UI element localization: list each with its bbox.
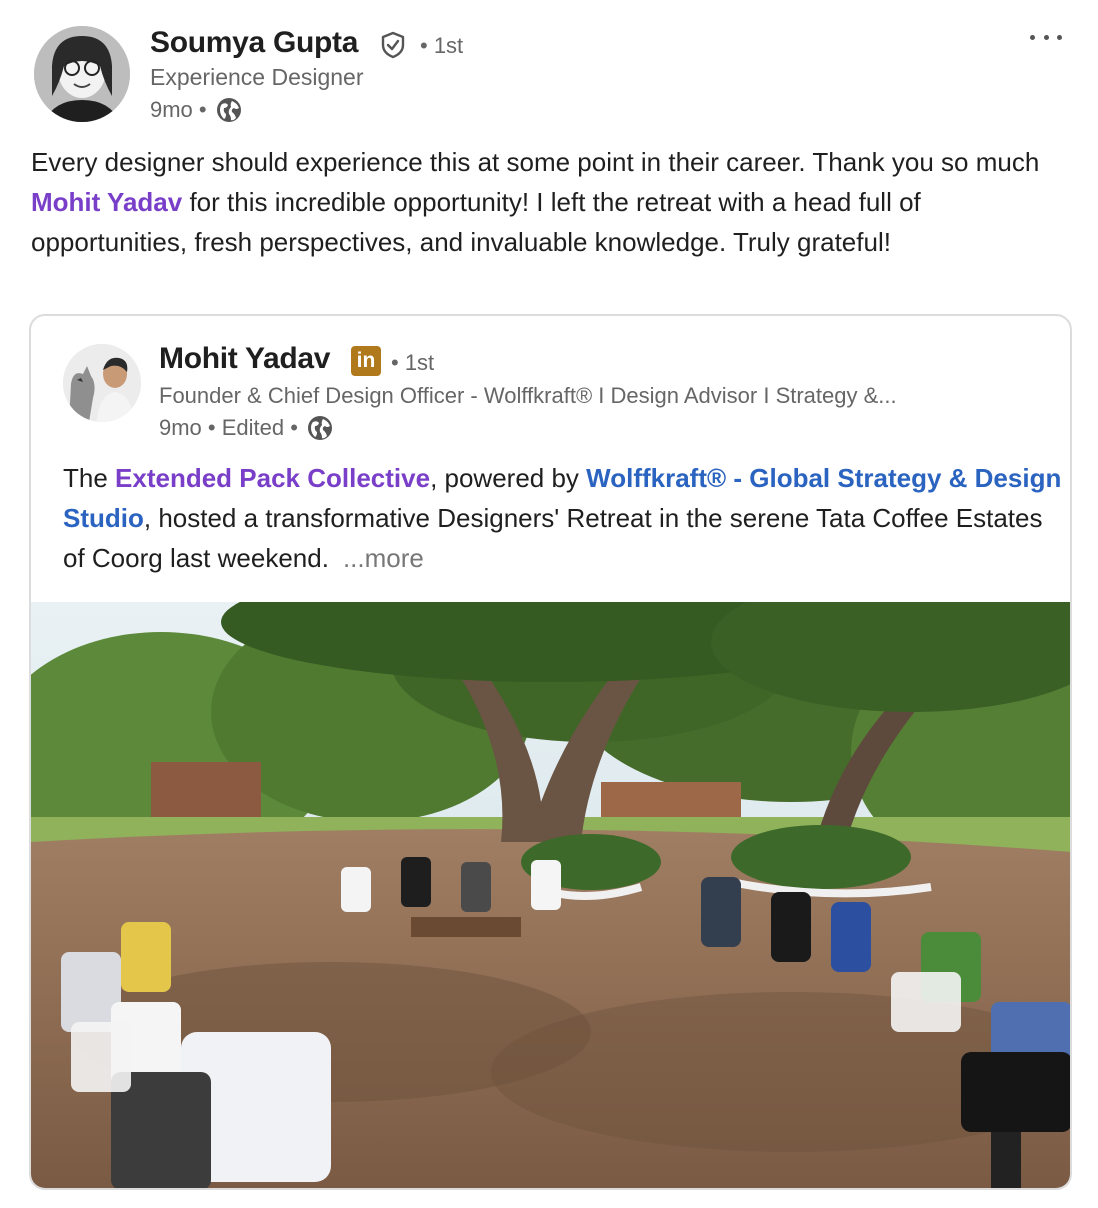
retreat-photo[interactable]	[31, 602, 1072, 1190]
reshared-post-card[interactable]: Mohit Yadav in • 1st Founder & Chief Des…	[29, 314, 1072, 1190]
see-more-link[interactable]: ...more	[343, 543, 424, 573]
post-text-part: Every designer should experience this at…	[31, 147, 1040, 177]
connection-degree: • 1st	[420, 33, 464, 58]
reshare-post-text: The Extended Pack Collective, powered by…	[63, 458, 1063, 578]
feed-post: Soumya Gupta • 1st Experience Designer 9…	[0, 0, 1098, 1208]
author-name[interactable]: Soumya Gupta	[150, 26, 358, 60]
reshare-post-meta: 9mo • Edited •	[159, 414, 334, 442]
shield-check-icon	[381, 31, 405, 59]
extended-pack-collective-link[interactable]: Extended Pack Collective	[115, 463, 430, 493]
reshare-author-name[interactable]: Mohit Yadav	[159, 342, 331, 376]
mention-link[interactable]: Mohit Yadav	[31, 187, 182, 217]
globe-icon	[216, 98, 241, 122]
post-time: 9mo •	[150, 97, 207, 122]
reshare-author-headline: Founder & Chief Design Officer - Wolffkr…	[159, 383, 897, 408]
reshare-post-time: 9mo • Edited •	[159, 415, 298, 440]
linkedin-premium-icon: in	[351, 346, 381, 376]
reshare-text-part: The	[63, 463, 116, 493]
reshare-connection-degree: • 1st	[391, 350, 435, 375]
more-horizontal-icon	[1030, 34, 1035, 40]
author-headline: Experience Designer	[150, 64, 364, 90]
post-meta: 9mo •	[150, 96, 243, 124]
reshare-text-part: , hosted a transformative Designers' Ret…	[63, 503, 1043, 573]
post-text: Every designer should experience this at…	[31, 142, 1071, 262]
globe-icon	[307, 416, 332, 440]
more-options-button[interactable]	[1026, 22, 1066, 52]
reshare-author-avatar[interactable]	[63, 344, 141, 422]
reshare-text-part: , powered by	[430, 463, 587, 493]
author-avatar[interactable]	[34, 26, 130, 122]
